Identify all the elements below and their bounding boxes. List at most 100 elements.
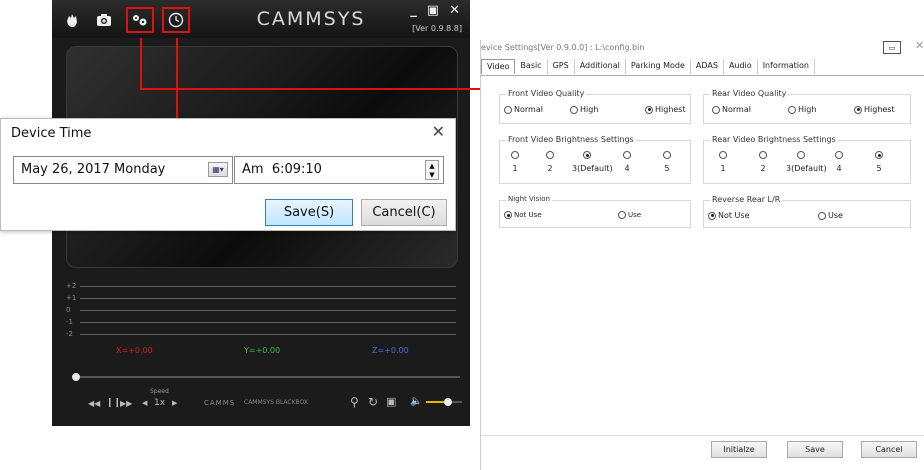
- x-axis-value: X=+0.00: [116, 346, 153, 355]
- radio-button[interactable]: [708, 211, 716, 220]
- volume-slider[interactable]: [426, 398, 462, 406]
- brightness-option[interactable]: 3(Default): [572, 151, 613, 173]
- radio-button[interactable]: [504, 211, 512, 219]
- radio-button[interactable]: [719, 151, 727, 159]
- initialize-button[interactable]: Initialze: [711, 441, 767, 458]
- brightness-option[interactable]: 1: [708, 151, 738, 173]
- connector-line: [140, 38, 142, 89]
- brightness-option[interactable]: 1: [500, 151, 530, 173]
- graph-tick: -1: [66, 318, 73, 326]
- cancel-button[interactable]: Cancel: [861, 441, 917, 458]
- speed-down-icon[interactable]: ◀: [142, 399, 147, 407]
- reverse-rear-not-use[interactable]: Not Use: [708, 211, 750, 220]
- tab-audio[interactable]: Audio: [724, 59, 758, 74]
- volume-handle[interactable]: [443, 398, 452, 406]
- radio-button[interactable]: [788, 105, 796, 114]
- tab-information[interactable]: Information: [758, 59, 815, 74]
- night-vision-use[interactable]: Use: [618, 211, 641, 219]
- playback-controls: ◀◀ ❙❙ ▶▶ Speed ◀ 1x ▶ CAMMS CAMMSYS BLAC…: [64, 386, 464, 416]
- close-icon[interactable]: ✕: [449, 3, 460, 18]
- restore-icon[interactable]: ▭: [883, 41, 901, 54]
- brightness-level-label: 4: [624, 164, 630, 173]
- dialog-title: Device Time: [11, 126, 92, 141]
- radio-button[interactable]: [645, 105, 653, 114]
- group-title: Front Video Quality: [506, 89, 587, 98]
- tab-basic[interactable]: Basic: [515, 59, 548, 74]
- tab-additional[interactable]: Additional: [575, 59, 626, 74]
- radio-button[interactable]: [854, 105, 862, 114]
- rear-quality-normal[interactable]: Normal: [712, 105, 751, 114]
- time-spinner[interactable]: ▲ ▼: [425, 160, 439, 180]
- date-picker[interactable]: May 26, 2017 Monday ▦▾: [13, 156, 233, 184]
- front-quality-normal[interactable]: Normal: [504, 105, 543, 114]
- front-quality-high[interactable]: High: [570, 105, 598, 114]
- seek-handle[interactable]: [72, 373, 80, 381]
- speed-value: 1x: [154, 398, 166, 408]
- front-quality-highest[interactable]: Highest: [645, 105, 686, 114]
- calendar-dropdown-icon[interactable]: ▦▾: [208, 162, 228, 177]
- time-field[interactable]: Am 6:09:10 ▲ ▼: [234, 156, 444, 184]
- option-label: High: [798, 105, 817, 114]
- tab-parking-mode[interactable]: Parking Mode: [626, 59, 691, 74]
- brightness-option[interactable]: 5: [864, 151, 894, 173]
- radio-button[interactable]: [623, 151, 631, 159]
- reverse-rear-group: Reverse Rear L/R Not Use Use: [703, 195, 911, 228]
- speed-up-icon[interactable]: ▶: [172, 399, 177, 407]
- radio-button[interactable]: [835, 151, 843, 159]
- rear-quality-high[interactable]: High: [788, 105, 816, 114]
- brightness-level-label: 5: [664, 164, 670, 173]
- zoom-icon[interactable]: ⚲: [350, 395, 359, 409]
- brightness-level-label: 1: [512, 164, 518, 173]
- rear-quality-highest[interactable]: Highest: [854, 105, 895, 114]
- fast-forward-icon[interactable]: ▶▶: [120, 399, 132, 408]
- minimize-icon[interactable]: _: [410, 3, 417, 18]
- radio-button[interactable]: [712, 105, 720, 114]
- seek-bar[interactable]: [64, 370, 464, 384]
- radio-button[interactable]: [583, 151, 591, 159]
- brightness-option[interactable]: 2: [535, 151, 565, 173]
- radio-button[interactable]: [875, 151, 883, 159]
- fullscreen-icon[interactable]: ▣: [386, 395, 396, 408]
- radio-button[interactable]: [546, 151, 554, 159]
- option-label: Use: [628, 211, 642, 219]
- night-vision-group: Night Vision Not Use Use: [499, 195, 691, 228]
- close-icon[interactable]: ✕: [432, 122, 445, 141]
- cancel-button[interactable]: Cancel(C): [361, 199, 447, 226]
- pause-icon[interactable]: ❙❙: [106, 398, 121, 408]
- radio-button[interactable]: [511, 151, 519, 159]
- tab-video[interactable]: Video: [481, 59, 516, 74]
- radio-button[interactable]: [818, 211, 826, 220]
- maximize-icon[interactable]: ▣: [427, 3, 439, 18]
- brightness-option[interactable]: 5: [652, 151, 682, 173]
- brightness-option[interactable]: 3(Default): [786, 151, 827, 173]
- graph-tick: 0: [66, 306, 71, 314]
- radio-button[interactable]: [570, 105, 578, 114]
- radio-button[interactable]: [504, 105, 512, 114]
- radio-button[interactable]: [759, 151, 767, 159]
- group-title: Reverse Rear L/R: [710, 195, 783, 204]
- settings-tabs: Video Basic GPS Additional Parking Mode …: [481, 59, 815, 75]
- g-sensor-graph: +2 +1 0 -1 -2: [66, 282, 458, 342]
- radio-button[interactable]: [797, 151, 805, 159]
- tab-gps[interactable]: GPS: [548, 59, 575, 74]
- save-button[interactable]: Save: [787, 441, 843, 458]
- close-icon[interactable]: ✕: [915, 39, 924, 52]
- rotate-icon[interactable]: ↻: [368, 395, 378, 409]
- radio-button[interactable]: [663, 151, 671, 159]
- radio-button[interactable]: [618, 211, 626, 219]
- y-axis-value: Y=+0.00: [244, 346, 281, 355]
- spin-down-icon[interactable]: ▼: [429, 171, 434, 179]
- night-vision-not-use[interactable]: Not Use: [504, 211, 542, 219]
- tab-adas[interactable]: ADAS: [691, 59, 724, 74]
- graph-line: [80, 322, 456, 323]
- volume-icon[interactable]: 🔈: [410, 396, 422, 407]
- brightness-option[interactable]: 4: [824, 151, 854, 173]
- footer-divider: [481, 435, 924, 436]
- brightness-option[interactable]: 4: [612, 151, 642, 173]
- graph-tick: -2: [66, 330, 73, 338]
- brightness-option[interactable]: 2: [748, 151, 778, 173]
- save-button[interactable]: Save(S): [265, 199, 353, 226]
- rewind-icon[interactable]: ◀◀: [88, 399, 100, 408]
- reverse-rear-use[interactable]: Use: [818, 211, 843, 220]
- spin-up-icon[interactable]: ▲: [429, 162, 434, 170]
